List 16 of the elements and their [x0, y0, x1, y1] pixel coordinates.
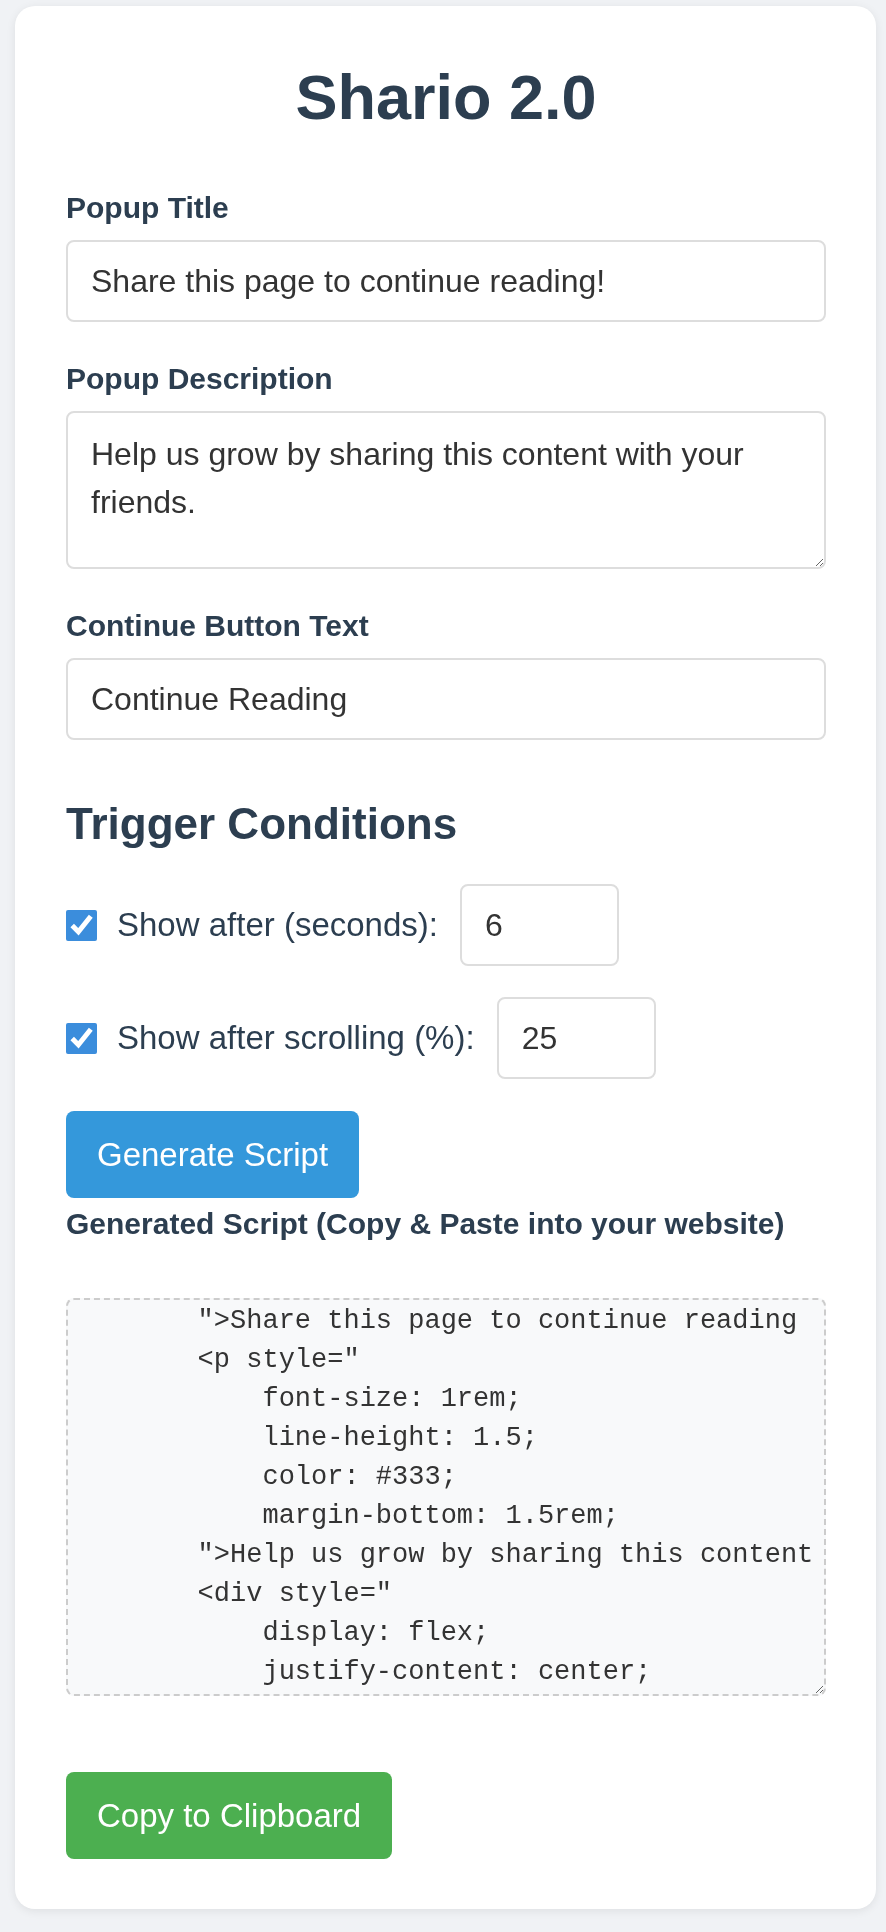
field-label: Popup Title	[66, 190, 230, 226]
text-input[interactable]: Share this page to continue reading!	[66, 240, 826, 322]
section-heading: Trigger Conditions	[66, 798, 459, 850]
field-label: Popup Description	[66, 361, 334, 397]
code-textarea[interactable]: ">Share this page to continue reading <p style=" font-size: 1rem; line-height: 1.5; color: #333; margin-bottom: 1.5rem; ">Help us grow by sharing this content <div style=" display: flex; justify-content: center;	[66, 1298, 826, 1696]
number-input[interactable]: 25	[496, 997, 656, 1079]
field-label: Continue Button Text	[66, 608, 370, 644]
number-input[interactable]: 6	[460, 884, 619, 966]
condition-label: Show after (seconds):	[117, 905, 438, 945]
app-title: Shario 2.0	[294, 61, 598, 134]
textarea-field[interactable]: Help us grow by sharing this content with your friends.	[66, 411, 826, 569]
text-input[interactable]: Continue Reading	[66, 658, 826, 740]
output-label: Generated Script (Copy & Paste into your website)	[66, 1206, 786, 1242]
condition-label: Show after scrolling (%):	[117, 1018, 475, 1058]
checkbox[interactable]	[66, 1022, 97, 1054]
checkbox[interactable]	[66, 909, 97, 941]
